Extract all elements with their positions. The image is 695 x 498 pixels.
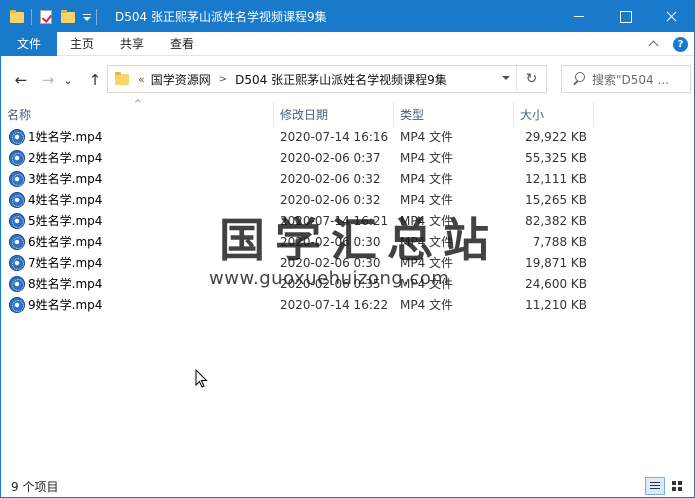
search-box[interactable]: 搜索"D504 ... [561, 65, 691, 93]
file-size: 55,325 KB [525, 150, 587, 165]
tab-view[interactable]: 查看 [157, 32, 207, 56]
file-date: 2020-07-14 16:22 [280, 297, 389, 312]
tab-home[interactable]: 主页 [57, 32, 107, 56]
file-name: 2姓名学.mp4 [28, 151, 103, 165]
file-type: MP4 文件 [400, 130, 454, 144]
video-file-icon [9, 233, 25, 250]
tab-share[interactable]: 共享 [107, 32, 157, 56]
file-name: 4姓名学.mp4 [28, 193, 103, 207]
title-bar: D504 张正熙茅山派姓名学视频课程9集 [1, 1, 694, 32]
large-icons-view-icon[interactable] [668, 477, 688, 495]
navigation-bar: ← → ⌄ ↑ « 国学资源网 > D504 张正熙茅山派姓名学视频课程9集 ↻… [1, 56, 694, 102]
video-file-icon [9, 191, 25, 208]
recent-locations-dropdown[interactable]: ⌄ [61, 70, 75, 90]
column-header-size[interactable]: 大小 [514, 102, 594, 126]
column-headers: ^ 名称 修改日期 类型 大小 [1, 99, 694, 126]
file-name: 7姓名学.mp4 [28, 256, 103, 270]
column-header-date[interactable]: 修改日期 [274, 102, 394, 126]
file-size: 24,600 KB [525, 276, 587, 291]
window-controls [556, 1, 694, 32]
file-name: 6姓名学.mp4 [28, 235, 103, 249]
close-button[interactable] [648, 1, 694, 32]
toolbar-divider [96, 8, 97, 25]
window-title: D504 张正熙茅山派姓名学视频课程9集 [115, 10, 327, 24]
file-name-cell[interactable]: 7姓名学.mp4 [9, 252, 102, 273]
breadcrumb-current[interactable]: D504 张正熙茅山派姓名学视频课程9集 [235, 71, 447, 88]
up-button[interactable]: ↑ [85, 70, 105, 90]
toolbar-divider [31, 8, 32, 25]
quick-access-toolbar [1, 1, 103, 32]
file-size: 12,111 KB [525, 171, 587, 186]
breadcrumb-root[interactable]: 国学资源网 [151, 71, 211, 88]
customize-toolbar-dropdown-icon[interactable] [82, 9, 92, 25]
column-header-type[interactable]: 类型 [394, 102, 514, 126]
explorer-window: D504 张正熙茅山派姓名学视频课程9集 文件 主页 共享 查看 ? ← → ⌄… [0, 0, 695, 498]
refresh-button[interactable]: ↻ [516, 66, 546, 92]
new-folder-icon[interactable] [60, 9, 76, 25]
maximize-button[interactable] [602, 1, 648, 32]
file-name-cell[interactable]: 4姓名学.mp4 [9, 189, 102, 210]
video-file-icon [9, 170, 25, 187]
file-name-cell[interactable]: 6姓名学.mp4 [9, 231, 102, 252]
file-date: 2020-02-06 0:32 [280, 171, 381, 186]
file-name-cell[interactable]: 9姓名学.mp4 [9, 294, 102, 315]
video-file-icon [9, 275, 25, 292]
ribbon-tabs: 文件 主页 共享 查看 ? [1, 31, 694, 56]
address-bar[interactable]: « 国学资源网 > D504 张正熙茅山派姓名学视频课程9集 ↻ [107, 65, 547, 93]
file-type: MP4 文件 [400, 172, 454, 186]
folder-icon [9, 9, 25, 25]
properties-check-icon[interactable] [38, 9, 54, 25]
file-size: 11,210 KB [525, 297, 587, 312]
file-name: 8姓名学.mp4 [28, 277, 103, 291]
help-icon[interactable]: ? [673, 36, 688, 52]
address-overflow-chevron[interactable]: « [138, 73, 145, 86]
file-type: MP4 文件 [400, 298, 454, 312]
search-placeholder: 搜索"D504 ... [592, 72, 669, 87]
video-file-icon [9, 254, 25, 271]
file-name-cell[interactable]: 8姓名学.mp4 [9, 273, 102, 294]
video-file-icon [9, 128, 25, 145]
search-icon [572, 72, 586, 86]
status-bar: 9 个项目 [1, 475, 694, 497]
file-name: 9姓名学.mp4 [28, 298, 103, 312]
file-size: 29,922 KB [525, 129, 587, 144]
video-file-icon [9, 212, 25, 229]
file-type: MP4 文件 [400, 151, 454, 165]
column-header-name[interactable]: 名称 [1, 102, 274, 126]
file-name-cell[interactable]: 5姓名学.mp4 [9, 210, 102, 231]
file-name: 5姓名学.mp4 [28, 214, 103, 228]
view-switcher [642, 475, 688, 497]
item-count: 9 个项目 [11, 479, 59, 494]
ribbon-controls: ? [647, 32, 688, 56]
mouse-cursor-icon [195, 369, 208, 388]
minimize-button[interactable] [556, 1, 602, 32]
video-file-icon [9, 296, 25, 313]
tab-file[interactable]: 文件 [1, 31, 57, 56]
file-date: 2020-02-06 0:37 [280, 150, 381, 165]
file-row[interactable]: 1姓名学.mp4 2020-07-14 16:16 MP4 文件 29,922 KB [1, 126, 694, 147]
details-view-icon[interactable] [645, 477, 665, 495]
breadcrumb-separator-icon[interactable]: > [219, 74, 227, 85]
file-name-cell[interactable]: 3姓名学.mp4 [9, 168, 102, 189]
video-file-icon [9, 149, 25, 166]
expand-ribbon-chevron-icon[interactable] [647, 37, 661, 51]
watermark-url: www.guoxuehuizong.com [209, 268, 450, 289]
forward-button[interactable]: → [38, 70, 58, 90]
watermark-title: 国学汇总站 [219, 213, 499, 267]
file-row[interactable]: 3姓名学.mp4 2020-02-06 0:32 MP4 文件 12,111 KB [1, 168, 694, 189]
file-name: 3姓名学.mp4 [28, 172, 103, 186]
file-date: 2020-07-14 16:16 [280, 129, 389, 144]
address-dropdown-icon[interactable] [502, 76, 510, 80]
file-row[interactable]: 2姓名学.mp4 2020-02-06 0:37 MP4 文件 55,325 KB [1, 147, 694, 168]
back-button[interactable]: ← [11, 70, 31, 90]
file-name: 1姓名学.mp4 [28, 130, 103, 144]
folder-icon [114, 71, 130, 87]
file-name-cell[interactable]: 1姓名学.mp4 [9, 126, 102, 147]
file-row[interactable]: 9姓名学.mp4 2020-07-14 16:22 MP4 文件 11,210 KB [1, 294, 694, 315]
file-name-cell[interactable]: 2姓名学.mp4 [9, 147, 102, 168]
